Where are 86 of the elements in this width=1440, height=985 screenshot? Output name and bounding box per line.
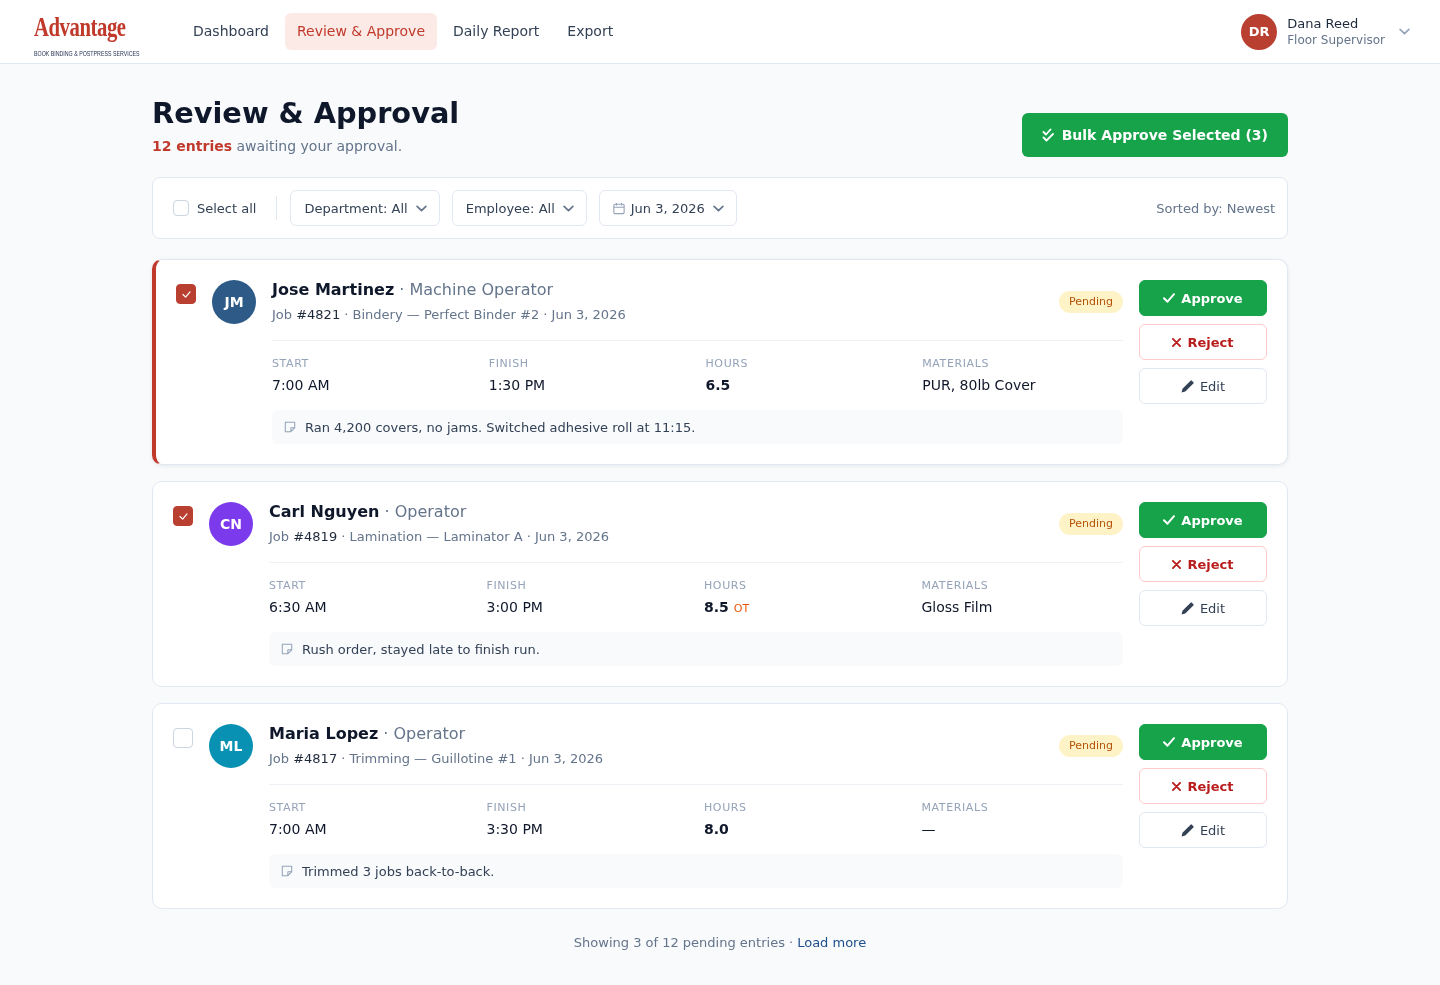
stat-value: 8.0 <box>704 820 729 839</box>
overtime-tag: OT <box>733 602 750 616</box>
stat-label: FINISH <box>486 801 527 815</box>
stat-value: PUR, 80lb Cover <box>922 376 1036 395</box>
employee-avatar: ML <box>209 724 253 768</box>
nav-tab[interactable]: Dashboard <box>181 13 281 50</box>
reject-button[interactable]: Reject <box>1139 324 1267 360</box>
stat-value: — <box>921 820 936 839</box>
x-icon <box>1172 337 1182 347</box>
user-avatar: DR <box>1241 13 1278 50</box>
checkmark-icon <box>178 512 188 520</box>
status-badge: Pending <box>1059 735 1123 757</box>
stat-value: 8.5 <box>704 598 729 617</box>
checkmark-icon <box>181 290 191 298</box>
employee-heading: Jose Martinez · Machine Operator <box>272 280 555 300</box>
filter-dropdown[interactable]: Department: All <box>290 190 440 226</box>
select-all-label[interactable]: Select all <box>197 200 257 216</box>
note-icon <box>281 865 293 877</box>
stat-value: 7:00 AM <box>272 376 330 395</box>
edit-button[interactable]: Edit <box>1139 590 1267 626</box>
stat-label: FINISH <box>488 357 529 371</box>
employee-heading: Carl Nguyen · Operator <box>269 502 468 522</box>
nav-tab[interactable]: Daily Report <box>441 13 552 50</box>
stat-value: 3:00 PM <box>486 598 543 617</box>
stat-value: 1:30 PM <box>488 376 546 395</box>
stat-label: START <box>269 579 306 593</box>
user-name: Dana Reed <box>1287 15 1360 32</box>
page-title: Review & Approval <box>152 95 460 131</box>
stat-label: MATERIALS <box>921 801 989 815</box>
chevron-down-icon <box>562 204 574 212</box>
employee-heading: Maria Lopez · Operator <box>269 724 467 744</box>
check-icon <box>1163 293 1176 303</box>
double-check-icon <box>1041 128 1054 142</box>
logo-tagline: BOOK BINDING & POSTPRESS SERVICES <box>34 49 140 58</box>
load-more-link[interactable]: Load more <box>797 935 867 950</box>
pencil-icon <box>1180 823 1194 837</box>
job-details: Job #4821 · Bindery — Perfect Binder #2 · Jun 3, 2026 <box>272 306 626 324</box>
note-text: Ran 4,200 covers, no jams. Switched adhesive roll at 11:15. <box>305 419 696 435</box>
chevron-down-icon <box>415 204 427 212</box>
entry-checkbox[interactable] <box>176 284 196 304</box>
chevron-down-icon <box>1399 28 1410 35</box>
stat-value: 6.5 <box>705 376 731 395</box>
stat-label: HOURS <box>704 801 747 815</box>
pencil-icon <box>1180 601 1194 615</box>
stat-value: 3:30 PM <box>486 820 543 839</box>
employee-avatar: JM <box>212 280 256 324</box>
job-details: Job #4817 · Trimming — Guillotine #1 · Jun 3, 2026 <box>269 750 604 768</box>
status-badge: Pending <box>1059 291 1123 313</box>
note-icon <box>281 643 293 655</box>
stat-label: START <box>269 801 306 815</box>
stat-label: HOURS <box>705 357 749 371</box>
note-icon <box>284 421 296 433</box>
reject-button[interactable]: Reject <box>1139 546 1267 582</box>
employee-avatar: CN <box>209 502 253 546</box>
sort-label: Sorted by: Newest <box>1156 200 1275 216</box>
stat-value: 7:00 AM <box>269 820 327 839</box>
calendar-icon <box>612 201 625 215</box>
pencil-icon <box>1180 379 1194 393</box>
check-icon <box>1163 737 1176 747</box>
nav-tab[interactable]: Review & Approve <box>284 13 437 50</box>
user-role: Floor Supervisor <box>1287 32 1385 48</box>
edit-button[interactable]: Edit <box>1139 812 1267 848</box>
stat-label: MATERIALS <box>922 357 989 371</box>
check-icon <box>1163 515 1176 525</box>
stat-value: Gloss Film <box>921 598 993 617</box>
stat-label: FINISH <box>486 579 527 593</box>
page-subtitle: 12 entries awaiting your approval. <box>152 137 404 156</box>
edit-button[interactable]: Edit <box>1139 368 1267 404</box>
x-icon <box>1172 559 1182 569</box>
x-icon <box>1172 781 1182 791</box>
stat-value: 6:30 AM <box>269 598 327 617</box>
note-text: Rush order, stayed late to finish run. <box>302 641 540 657</box>
select-all-checkbox[interactable] <box>173 200 189 216</box>
pagination-summary: Showing 3 of 12 pending entries · <box>573 935 794 950</box>
date-filter-dropdown[interactable]: Jun 3, 2026 <box>598 190 737 226</box>
job-details: Job #4819 · Lamination — Laminator A · Jun 3, 2026 <box>269 528 609 546</box>
chevron-down-icon <box>712 204 724 212</box>
note-text: Trimmed 3 jobs back-to-back. <box>302 863 495 879</box>
status-badge: Pending <box>1059 513 1123 535</box>
reject-button[interactable]: Reject <box>1139 768 1267 804</box>
entry-checkbox[interactable] <box>173 506 193 526</box>
stat-label: MATERIALS <box>921 579 989 593</box>
filter-dropdown[interactable]: Employee: All <box>451 190 587 226</box>
nav-tab[interactable]: Export <box>555 13 626 50</box>
stat-label: START <box>272 357 309 371</box>
stat-label: HOURS <box>704 579 747 593</box>
